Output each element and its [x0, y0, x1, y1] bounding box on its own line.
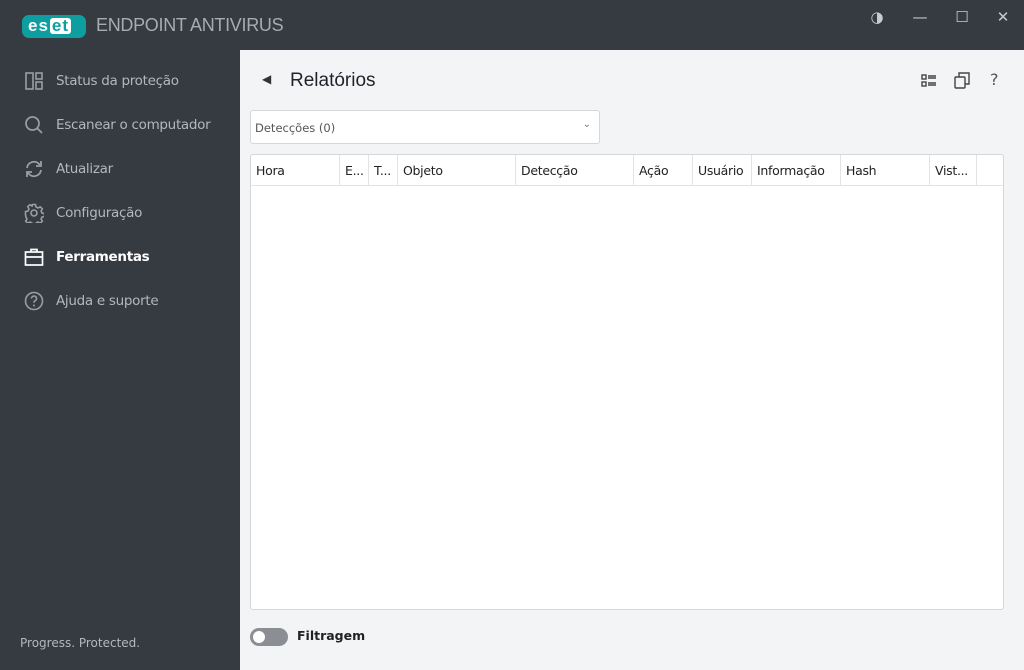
eset-logo: es et	[22, 15, 86, 38]
column-header[interactable]: Objeto	[398, 155, 516, 185]
sidebar-item-label: Atualizar	[56, 161, 113, 177]
refresh-icon	[26, 160, 42, 178]
column-header[interactable]: Usuário	[693, 155, 752, 185]
column-header[interactable]: T...	[369, 155, 398, 185]
sidebar-item-tools[interactable]: Ferramentas	[0, 237, 240, 277]
column-header[interactable]: E...	[340, 155, 369, 185]
view-options-icon[interactable]	[921, 74, 937, 88]
main-panel: ◀ Relatórios ? Detecções (0) ⌄ Hora E...…	[240, 50, 1024, 670]
maximize-button[interactable]: ☐	[952, 8, 972, 26]
sidebar-item-scan[interactable]: Escanear o computador	[0, 105, 240, 145]
sidebar-item-label: Ferramentas	[56, 249, 150, 265]
sidebar-item-label: Ajuda e suporte	[56, 293, 159, 309]
sidebar-item-update[interactable]: Atualizar	[0, 149, 240, 189]
sidebar-item-label: Status da proteção	[56, 73, 179, 89]
sidebar-item-status[interactable]: Status da proteção	[0, 61, 240, 101]
column-header[interactable]: Vist...	[930, 155, 977, 185]
column-header[interactable]	[977, 155, 1004, 185]
sidebar-item-setup[interactable]: Configuração	[0, 193, 240, 233]
column-header[interactable]: Detecção	[516, 155, 634, 185]
log-type-select[interactable]: Detecções (0) ⌄	[250, 110, 600, 144]
column-header[interactable]: Hash	[841, 155, 930, 185]
filter-toggle[interactable]	[250, 628, 288, 646]
tagline: Progress. Protected.	[20, 636, 141, 650]
back-button[interactable]: ◀	[262, 72, 271, 86]
dashboard-icon	[25, 72, 43, 90]
help-icon	[24, 291, 44, 311]
minimize-button[interactable]: —	[910, 8, 930, 26]
help-button[interactable]: ?	[990, 70, 999, 89]
toolbox-icon	[24, 248, 44, 266]
gear-icon	[24, 203, 44, 223]
title-bar: es et ENDPOINT ANTIVIRUS ◑ — ☐ ✕	[0, 0, 1024, 50]
log-table[interactable]: Hora E... T... Objeto Detecção Ação Usuá…	[250, 154, 1004, 610]
search-icon	[25, 116, 43, 134]
product-name: ENDPOINT ANTIVIRUS	[96, 15, 284, 35]
sidebar-item-label: Configuração	[56, 205, 143, 221]
copy-icon[interactable]	[954, 72, 970, 89]
sidebar-item-help[interactable]: Ajuda e suporte	[0, 281, 240, 321]
page-title: Relatórios	[290, 70, 376, 91]
column-header[interactable]: Ação	[634, 155, 693, 185]
filter-label: Filtragem	[297, 628, 366, 643]
sidebar: Status da proteção Escanear o computador…	[0, 50, 240, 670]
close-button[interactable]: ✕	[993, 8, 1013, 26]
sidebar-item-label: Escanear o computador	[56, 117, 211, 133]
log-type-value: Detecções (0)	[255, 121, 336, 135]
column-header[interactable]: Hora	[251, 155, 340, 185]
table-header: Hora E... T... Objeto Detecção Ação Usuá…	[251, 155, 1003, 186]
column-header[interactable]: Informação	[752, 155, 841, 185]
theme-toggle-icon[interactable]: ◑	[867, 8, 887, 26]
chevron-down-icon: ⌄	[582, 119, 591, 130]
